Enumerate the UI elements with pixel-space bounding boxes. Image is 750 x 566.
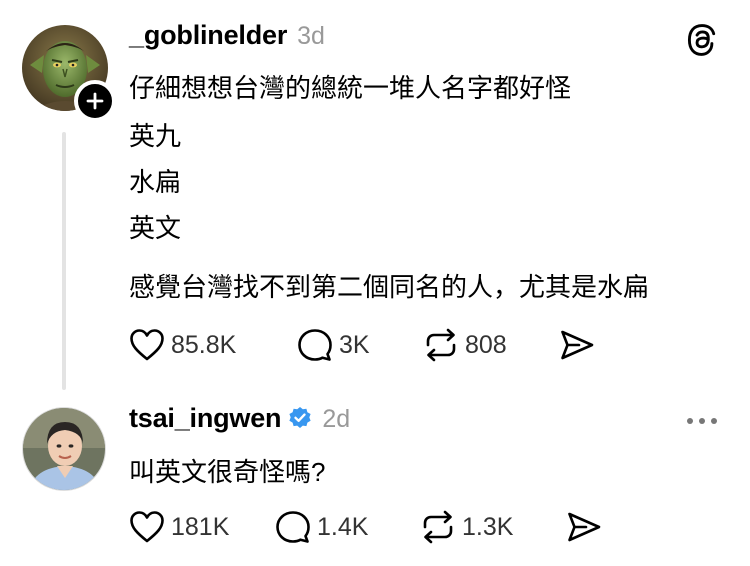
follow-button[interactable] [74, 80, 116, 122]
threads-logo-icon[interactable] [684, 22, 720, 58]
heart-icon [130, 511, 164, 543]
reply-button[interactable]: 1.4K [275, 510, 420, 544]
repost-count: 1.3K [462, 512, 514, 541]
send-icon [561, 330, 594, 360]
plus-icon [86, 92, 104, 110]
repost-count: 808 [465, 330, 507, 359]
reply-count: 1.4K [317, 512, 369, 541]
heart-icon [130, 329, 164, 361]
username[interactable]: _goblinelder [129, 20, 287, 51]
post-text-line: 感覺台灣找不到第二個同名的人，尤其是水扁 [129, 272, 650, 302]
post-text-line: 英文 [129, 213, 182, 243]
repost-icon [426, 328, 456, 362]
post-actions: 85.8K 3K 808 [129, 328, 601, 362]
repost-button[interactable]: 1.3K [420, 510, 566, 544]
post-text-line: 英九 [129, 121, 182, 151]
share-button[interactable] [566, 510, 608, 544]
post-text-line: 仔細想想台灣的總統一堆人名字都好怪 [129, 73, 572, 103]
repost-button[interactable]: 808 [423, 328, 559, 362]
speech-bubble-icon [276, 511, 310, 543]
post-header: tsai_ingwen 2d [129, 403, 350, 434]
post-time: 2d [322, 405, 351, 433]
post-actions: 181K 1.4K 1.3K [129, 510, 608, 544]
like-count: 85.8K [171, 330, 237, 359]
speech-bubble-icon [298, 329, 332, 361]
post-text-line: 叫英文很奇怪嗎? [129, 457, 326, 487]
verified-badge-icon [288, 406, 312, 435]
like-button[interactable]: 85.8K [129, 328, 297, 362]
thread-connector-line [62, 132, 66, 390]
avatar-tsai-ingwen[interactable] [22, 407, 106, 491]
username[interactable]: tsai_ingwen [129, 403, 282, 434]
like-button[interactable]: 181K [129, 510, 275, 544]
post-text-line: 水扁 [129, 167, 182, 197]
more-options-icon[interactable] [685, 416, 719, 426]
send-icon [568, 512, 601, 542]
repost-icon [423, 510, 453, 544]
post-time: 3d [297, 22, 325, 50]
post-header: _goblinelder 3d [129, 20, 325, 51]
like-count: 181K [171, 512, 230, 541]
share-button[interactable] [559, 328, 601, 362]
reply-button[interactable]: 3K [297, 328, 423, 362]
reply-count: 3K [339, 330, 370, 359]
